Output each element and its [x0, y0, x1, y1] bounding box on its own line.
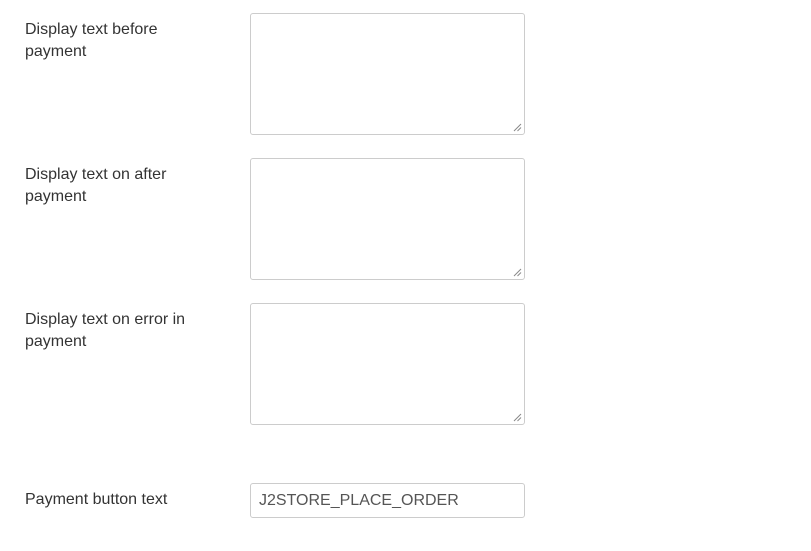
- resize-grip-icon[interactable]: [513, 123, 522, 132]
- after-payment-textarea[interactable]: [250, 158, 525, 280]
- after-payment-label: Display text on after payment: [25, 166, 167, 205]
- resize-grip-icon[interactable]: [513, 268, 522, 277]
- before-payment-label: Display text before payment: [25, 21, 158, 60]
- before-payment-textarea[interactable]: [250, 13, 525, 135]
- payment-button-text-input[interactable]: J2STORE_PLACE_ORDER: [250, 483, 525, 518]
- error-payment-label: Display text on error in payment: [25, 311, 186, 350]
- error-payment-textarea[interactable]: [250, 303, 525, 425]
- payment-button-label: Payment button text: [25, 491, 168, 508]
- resize-grip-icon[interactable]: [513, 413, 522, 422]
